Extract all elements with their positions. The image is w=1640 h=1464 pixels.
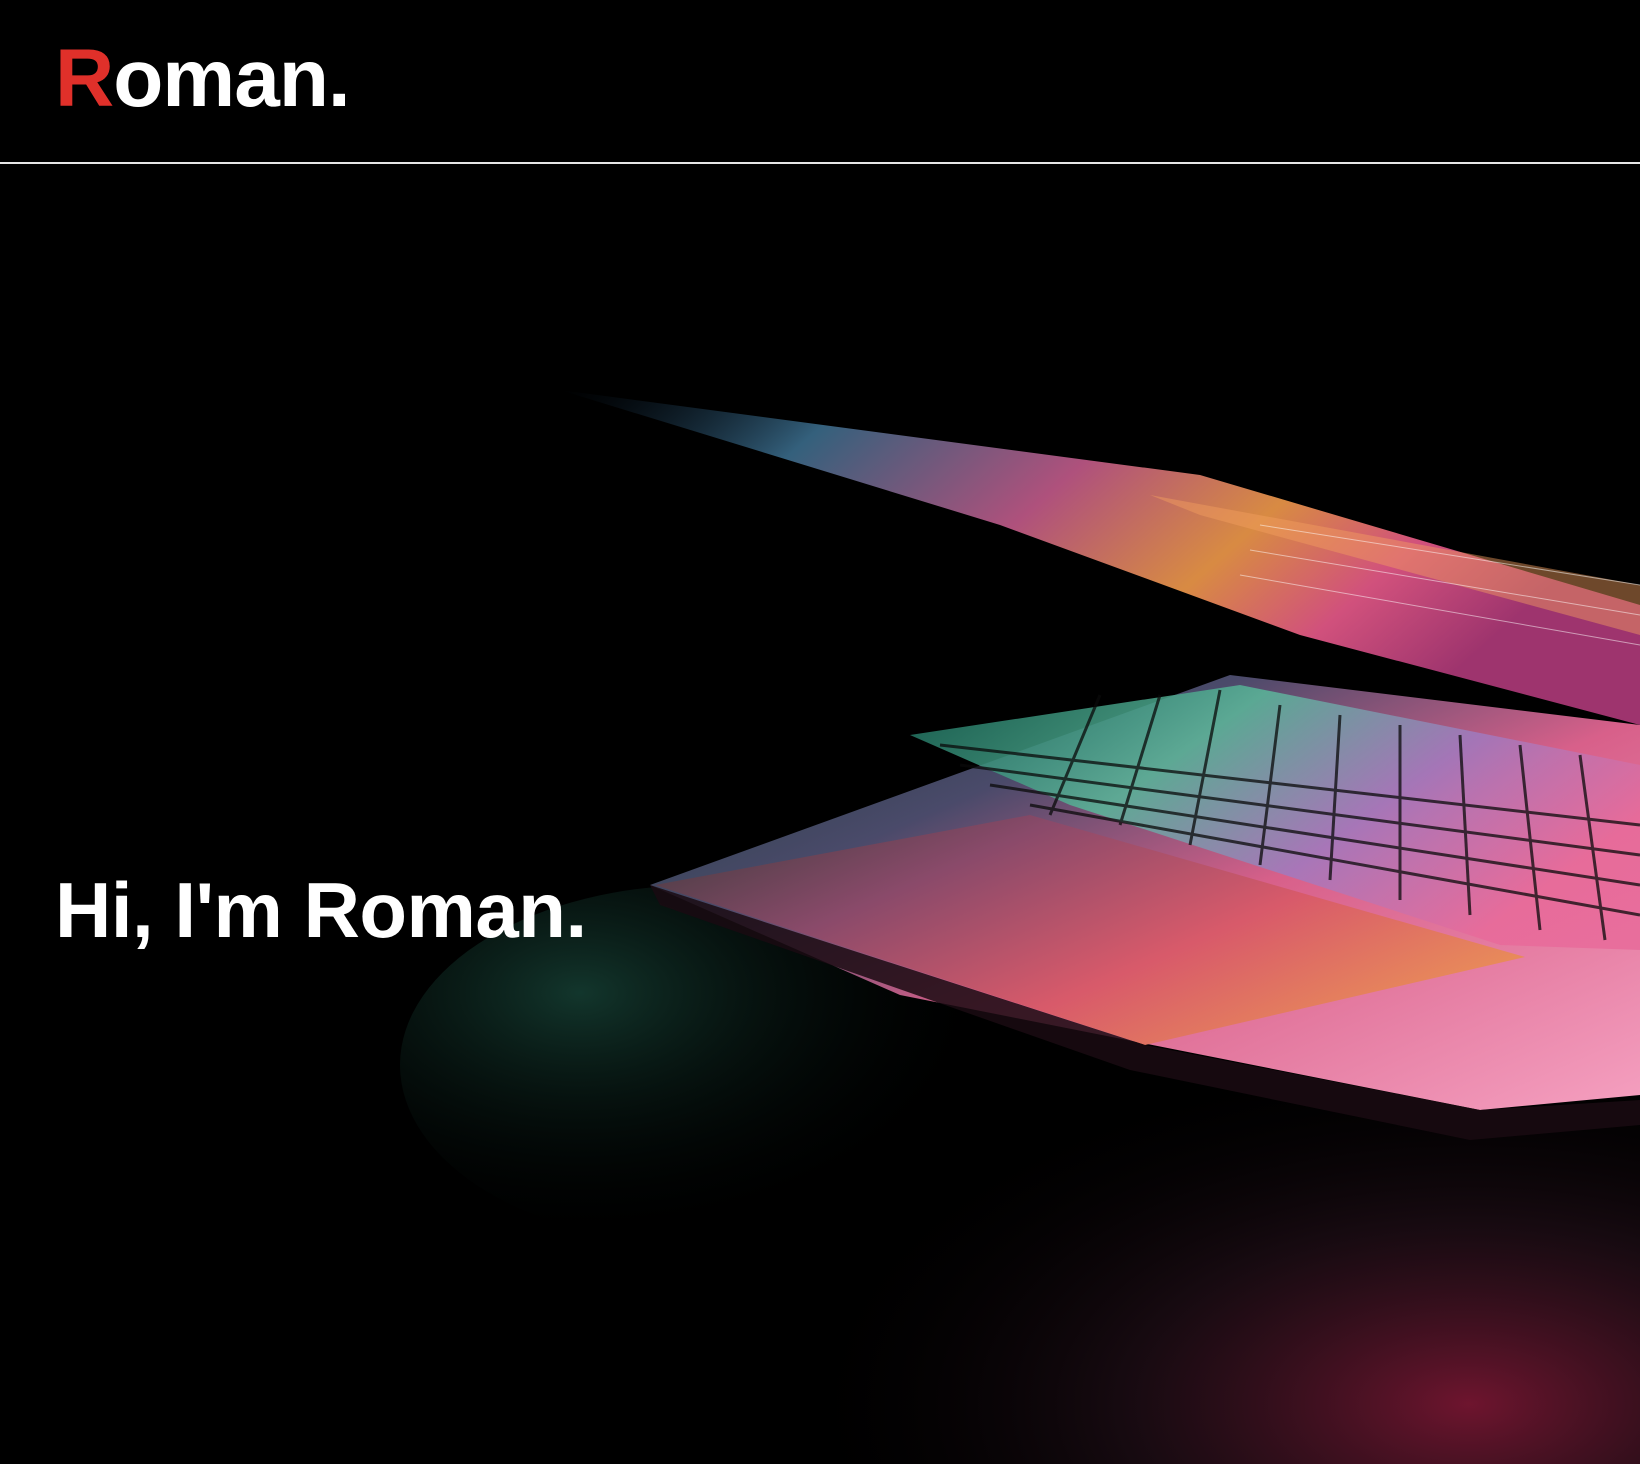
page: Roman. Hi, I'm Roman.	[0, 0, 1640, 1464]
hero-section: Hi, I'm Roman.	[0, 165, 1640, 1464]
logo-accent-letter: R	[55, 33, 114, 124]
site-header: Roman.	[0, 0, 1640, 164]
hero-title: Hi, I'm Roman.	[55, 866, 587, 954]
logo-link[interactable]: Roman.	[55, 30, 351, 128]
logo-text: oman.	[113, 33, 350, 124]
laptop-hero-image	[400, 390, 1640, 1464]
